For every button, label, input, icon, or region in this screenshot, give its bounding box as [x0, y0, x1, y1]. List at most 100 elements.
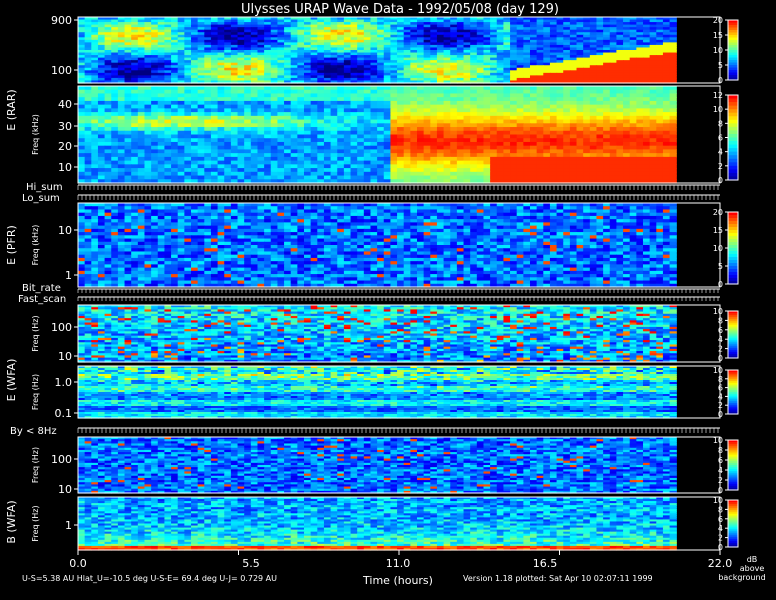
heatmap-cell: [284, 168, 292, 173]
heatmap-cell: [78, 89, 86, 95]
heatmap-cell: [397, 93, 405, 98]
heatmap-cell: [589, 164, 598, 169]
heatmap-cell: [529, 100, 538, 106]
heatmap-cell: [144, 89, 152, 95]
heatmap-cell: [549, 130, 558, 136]
heatmap-cell: [230, 104, 239, 109]
heatmap-cell: [403, 123, 411, 128]
heatmap-cell: [496, 112, 505, 117]
heatmap-cell: [390, 171, 398, 177]
heatmap-cell: [397, 156, 405, 162]
heatmap-cell: [264, 160, 272, 165]
heatmap-cell: [436, 115, 445, 121]
heatmap-cell: [104, 156, 112, 162]
heatmap-cell: [563, 175, 571, 180]
heatmap-cell: [603, 141, 611, 147]
heatmap-cell: [310, 160, 318, 165]
heatmap-cell: [536, 112, 544, 117]
heatmap-cell: [270, 141, 279, 147]
heatmap-cell: [576, 141, 584, 147]
heatmap-cell: [350, 119, 358, 124]
heatmap-cell: [390, 130, 398, 136]
heatmap-cell: [616, 160, 624, 165]
heatmap-cell: [642, 138, 651, 143]
heatmap-cell: [556, 145, 564, 151]
heatmap-cell: [383, 108, 392, 113]
heatmap-cell: [117, 156, 126, 162]
heatmap-cell: [556, 149, 564, 154]
heatmap-cell: [596, 123, 604, 128]
heatmap-cell: [603, 123, 611, 128]
heatmap-cell: [210, 156, 219, 162]
heatmap-cell: [390, 138, 398, 143]
heatmap-cell: [304, 112, 312, 117]
heatmap-cell: [370, 115, 378, 121]
heatmap-cell: [629, 145, 637, 151]
heatmap-cell: [343, 100, 352, 106]
heatmap-cell: [443, 164, 451, 169]
heatmap-cell: [290, 89, 298, 95]
heatmap-cell: [304, 108, 312, 113]
heatmap-cell: [483, 112, 491, 117]
heatmap-cell: [343, 164, 352, 169]
heatmap-cell: [350, 164, 358, 169]
heatmap-cell: [656, 134, 664, 139]
heatmap-cell: [569, 112, 578, 117]
heatmap-cell: [417, 149, 425, 154]
heatmap-cell: [217, 123, 225, 128]
heatmap-cell: [662, 130, 671, 136]
heatmap-cell: [297, 100, 305, 106]
heatmap-cell: [669, 168, 677, 173]
heatmap-cell: [363, 119, 372, 124]
heatmap-cell: [403, 168, 411, 173]
heatmap-cell: [576, 97, 584, 102]
heatmap-cell: [563, 168, 571, 173]
heatmap-cell: [636, 86, 644, 91]
heatmap-cell: [137, 130, 146, 136]
heatmap-cell: [423, 138, 431, 143]
heatmap-cell: [649, 134, 657, 139]
heatmap-cell: [656, 89, 664, 95]
heatmap-cell: [516, 171, 524, 177]
heatmap-cell: [483, 141, 491, 147]
heatmap-cell: [456, 123, 465, 128]
heatmap-cell: [277, 168, 285, 173]
heatmap-cell: [549, 149, 558, 154]
heatmap-cell: [197, 123, 205, 128]
heatmap-cell: [563, 89, 571, 95]
heatmap-cell: [523, 108, 531, 113]
heatmap-cell: [397, 168, 405, 173]
heatmap-cell: [337, 168, 345, 173]
heatmap-cell: [117, 93, 126, 98]
heatmap-cell: [543, 123, 551, 128]
heatmap-cell: [436, 138, 445, 143]
heatmap-cell: [357, 104, 365, 109]
heatmap-cell: [616, 108, 624, 113]
heatmap-cell: [164, 156, 172, 162]
heatmap-cell: [510, 119, 518, 124]
heatmap-cell: [649, 97, 657, 102]
heatmap-cell: [463, 145, 471, 151]
heatmap-cell: [629, 175, 637, 180]
heatmap-cell: [656, 138, 664, 143]
heatmap-cell: [217, 108, 225, 113]
heatmap-cell: [529, 160, 538, 165]
heatmap-cell: [177, 156, 185, 162]
heatmap-cell: [343, 130, 352, 136]
heatmap-cell: [596, 145, 604, 151]
heatmap-cell: [91, 104, 99, 109]
heatmap-cell: [490, 86, 498, 91]
heatmap-cell: [510, 175, 518, 180]
heatmap-cell: [297, 104, 305, 109]
heatmap-cell: [456, 145, 465, 151]
heatmap-cell: [277, 171, 285, 177]
heatmap-cell: [603, 156, 611, 162]
heatmap-cell: [284, 156, 292, 162]
heatmap-cell: [377, 160, 385, 165]
heatmap-cell: [383, 115, 392, 121]
heatmap-cell: [483, 89, 491, 95]
heatmap-cell: [529, 115, 538, 121]
heatmap-cell: [317, 108, 325, 113]
heatmap-cell: [290, 171, 298, 177]
heatmap-cell: [270, 115, 279, 121]
